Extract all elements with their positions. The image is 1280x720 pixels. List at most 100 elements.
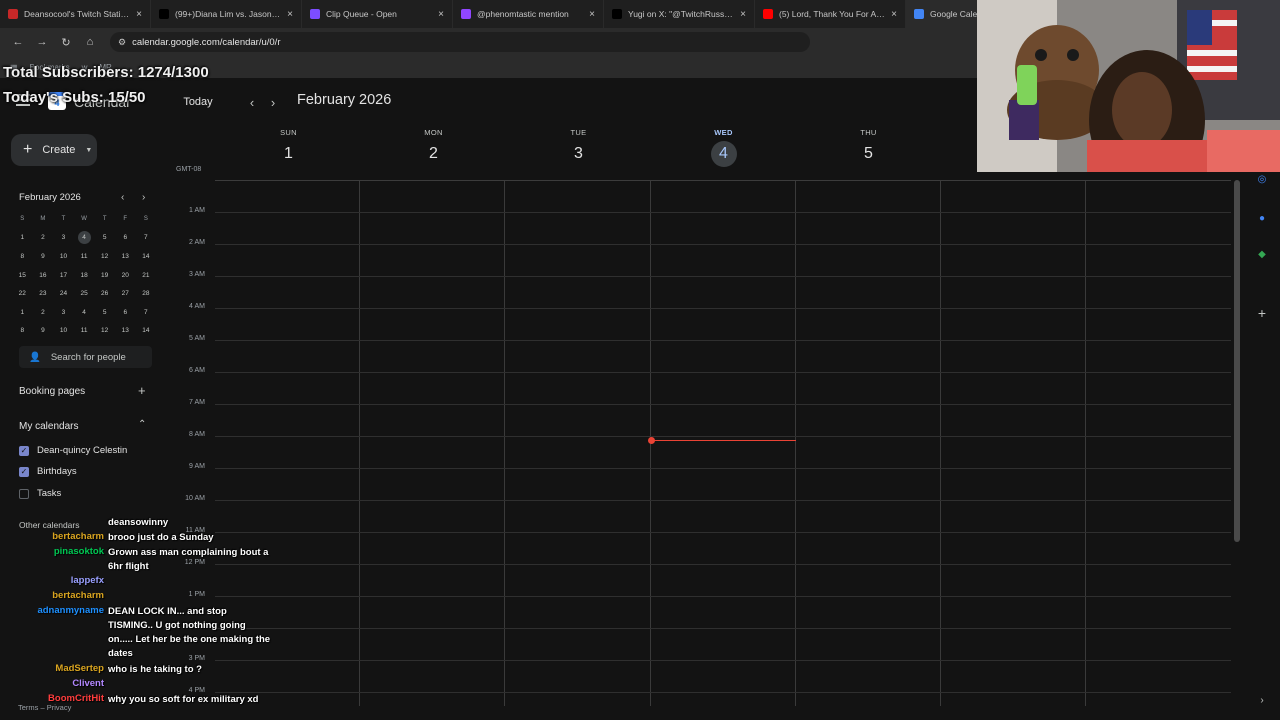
maps-icon[interactable]: ◆ (1256, 248, 1268, 260)
day-header[interactable]: WED 4 (651, 128, 796, 167)
mini-day[interactable]: 14 (136, 322, 157, 341)
browser-tab[interactable]: Yugi on X: "@TwitchRussel In × (604, 0, 755, 28)
browser-tab[interactable]: @phenomtastic mention × (453, 0, 604, 28)
mini-day[interactable]: 3 (53, 303, 74, 322)
browser-tab[interactable]: (5) Lord, Thank You For All Yo × (755, 0, 906, 28)
mini-day[interactable]: 27 (115, 284, 136, 303)
collapse-icon[interactable]: ⌃ (138, 419, 146, 430)
browser-tab[interactable]: Clip Queue - Open × (302, 0, 453, 28)
close-tab-icon[interactable]: × (136, 9, 142, 20)
mini-day[interactable]: 20 (115, 266, 136, 285)
tasks-icon[interactable]: ◎ (1256, 173, 1268, 185)
mini-day[interactable]: 2 (33, 229, 54, 248)
home-icon[interactable]: ⌂ (80, 32, 100, 52)
prev-week-icon[interactable]: ‹ (243, 93, 261, 111)
mini-day-number: 25 (80, 290, 88, 298)
close-tab-icon[interactable]: × (438, 9, 444, 20)
day-header[interactable]: TUE 3 (506, 128, 651, 167)
calendar-item[interactable]: ✓ Dean-quincy Celestin (19, 445, 127, 456)
search-people-input[interactable]: 👤 Search for people (19, 346, 152, 368)
mini-day[interactable]: 9 (33, 247, 54, 266)
day-header[interactable]: SUN 1 (216, 128, 361, 167)
mini-day[interactable]: 10 (53, 322, 74, 341)
mini-day[interactable]: 12 (94, 247, 115, 266)
mini-day[interactable]: 14 (136, 247, 157, 266)
checkbox-checked-icon[interactable]: ✓ (19, 466, 29, 477)
mini-prev-icon[interactable]: ‹ (121, 192, 124, 203)
week-grid[interactable] (215, 180, 1231, 706)
day-number[interactable]: 1 (276, 141, 302, 167)
close-tab-icon[interactable]: × (287, 9, 293, 20)
add-booking-page-icon[interactable]: + (138, 383, 146, 398)
back-icon[interactable]: ← (8, 32, 28, 52)
browser-tab[interactable]: (99+)Diana Lim vs. Jason the × (151, 0, 302, 28)
browser-tab[interactable]: Deansocool's Twitch Statistics × (0, 0, 151, 28)
mini-day-number: 24 (59, 290, 68, 298)
mini-day[interactable]: 12 (94, 322, 115, 341)
day-number[interactable]: 5 (856, 141, 882, 167)
mini-day[interactable]: 19 (94, 266, 115, 285)
mini-day[interactable]: 25 (74, 284, 95, 303)
day-header[interactable]: MON 2 (361, 128, 506, 167)
mini-day[interactable]: 17 (53, 266, 74, 285)
mini-day[interactable]: 11 (74, 322, 95, 341)
mini-day[interactable]: 18 (74, 266, 95, 285)
mini-next-icon[interactable]: › (142, 192, 145, 203)
mini-day[interactable]: 15 (12, 266, 33, 285)
mini-day[interactable]: 21 (136, 266, 157, 285)
day-number[interactable]: 3 (566, 141, 592, 167)
mini-day[interactable]: 22 (12, 284, 33, 303)
day-of-week: THU (860, 128, 877, 137)
mini-day[interactable]: 7 (136, 303, 157, 322)
close-tab-icon[interactable]: × (740, 9, 746, 20)
contacts-icon[interactable]: ● (1256, 212, 1268, 224)
calendar-item[interactable]: Tasks (19, 488, 61, 499)
hour-gridline (215, 276, 1231, 277)
checkbox-checked-icon[interactable]: ✓ (19, 445, 29, 456)
close-tab-icon[interactable]: × (589, 9, 595, 20)
my-calendars-heading[interactable]: My calendars (19, 421, 78, 432)
mini-day[interactable]: 9 (33, 322, 54, 341)
mini-day[interactable]: 11 (74, 247, 95, 266)
mini-day[interactable]: 13 (115, 322, 136, 341)
calendar-item[interactable]: ✓ Birthdays (19, 466, 77, 477)
day-number[interactable]: 2 (421, 141, 447, 167)
mini-day[interactable]: 28 (136, 284, 157, 303)
create-button[interactable]: + Create ▼ (11, 134, 97, 166)
mini-day[interactable]: 3 (53, 229, 74, 248)
mini-day[interactable]: 8 (12, 322, 33, 341)
mini-day-number: 27 (121, 290, 129, 298)
today-button[interactable]: Today (176, 90, 220, 114)
site-info-icon[interactable]: ⚙ (118, 37, 126, 48)
close-tab-icon[interactable]: × (891, 9, 897, 20)
day-number[interactable]: 4 (710, 141, 737, 167)
dropdown-arrow-icon: ▼ (85, 146, 93, 154)
mini-day[interactable]: 1 (12, 229, 33, 248)
mini-day[interactable]: 24 (53, 284, 74, 303)
mini-day[interactable]: 5 (94, 303, 115, 322)
mini-day[interactable]: 6 (115, 229, 136, 248)
grid-scrollbar[interactable] (1234, 180, 1240, 542)
reload-icon[interactable]: ↻ (56, 32, 76, 52)
day-header[interactable]: THU 5 (796, 128, 941, 167)
show-side-panel-icon[interactable]: › (1256, 694, 1268, 706)
mini-day[interactable]: 7 (136, 229, 157, 248)
mini-day[interactable]: 4 (74, 303, 95, 322)
next-week-icon[interactable]: › (264, 93, 282, 111)
mini-day[interactable]: 23 (33, 284, 54, 303)
forward-icon[interactable]: → (32, 32, 52, 52)
mini-day[interactable]: 2 (33, 303, 54, 322)
checkbox-unchecked-icon[interactable] (19, 488, 29, 499)
address-bar[interactable]: ⚙ calendar.google.com/calendar/u/0/r (110, 32, 810, 52)
add-addon-icon[interactable]: + (1256, 305, 1268, 321)
mini-day[interactable]: 16 (33, 266, 54, 285)
mini-day[interactable]: 26 (94, 284, 115, 303)
mini-day[interactable]: 4 (74, 229, 95, 248)
terms-privacy-link[interactable]: Terms – Privacy (18, 703, 71, 712)
mini-day[interactable]: 10 (53, 247, 74, 266)
mini-day[interactable]: 13 (115, 247, 136, 266)
mini-day[interactable]: 8 (12, 247, 33, 266)
mini-day[interactable]: 1 (12, 303, 33, 322)
mini-day[interactable]: 6 (115, 303, 136, 322)
mini-day[interactable]: 5 (94, 229, 115, 248)
